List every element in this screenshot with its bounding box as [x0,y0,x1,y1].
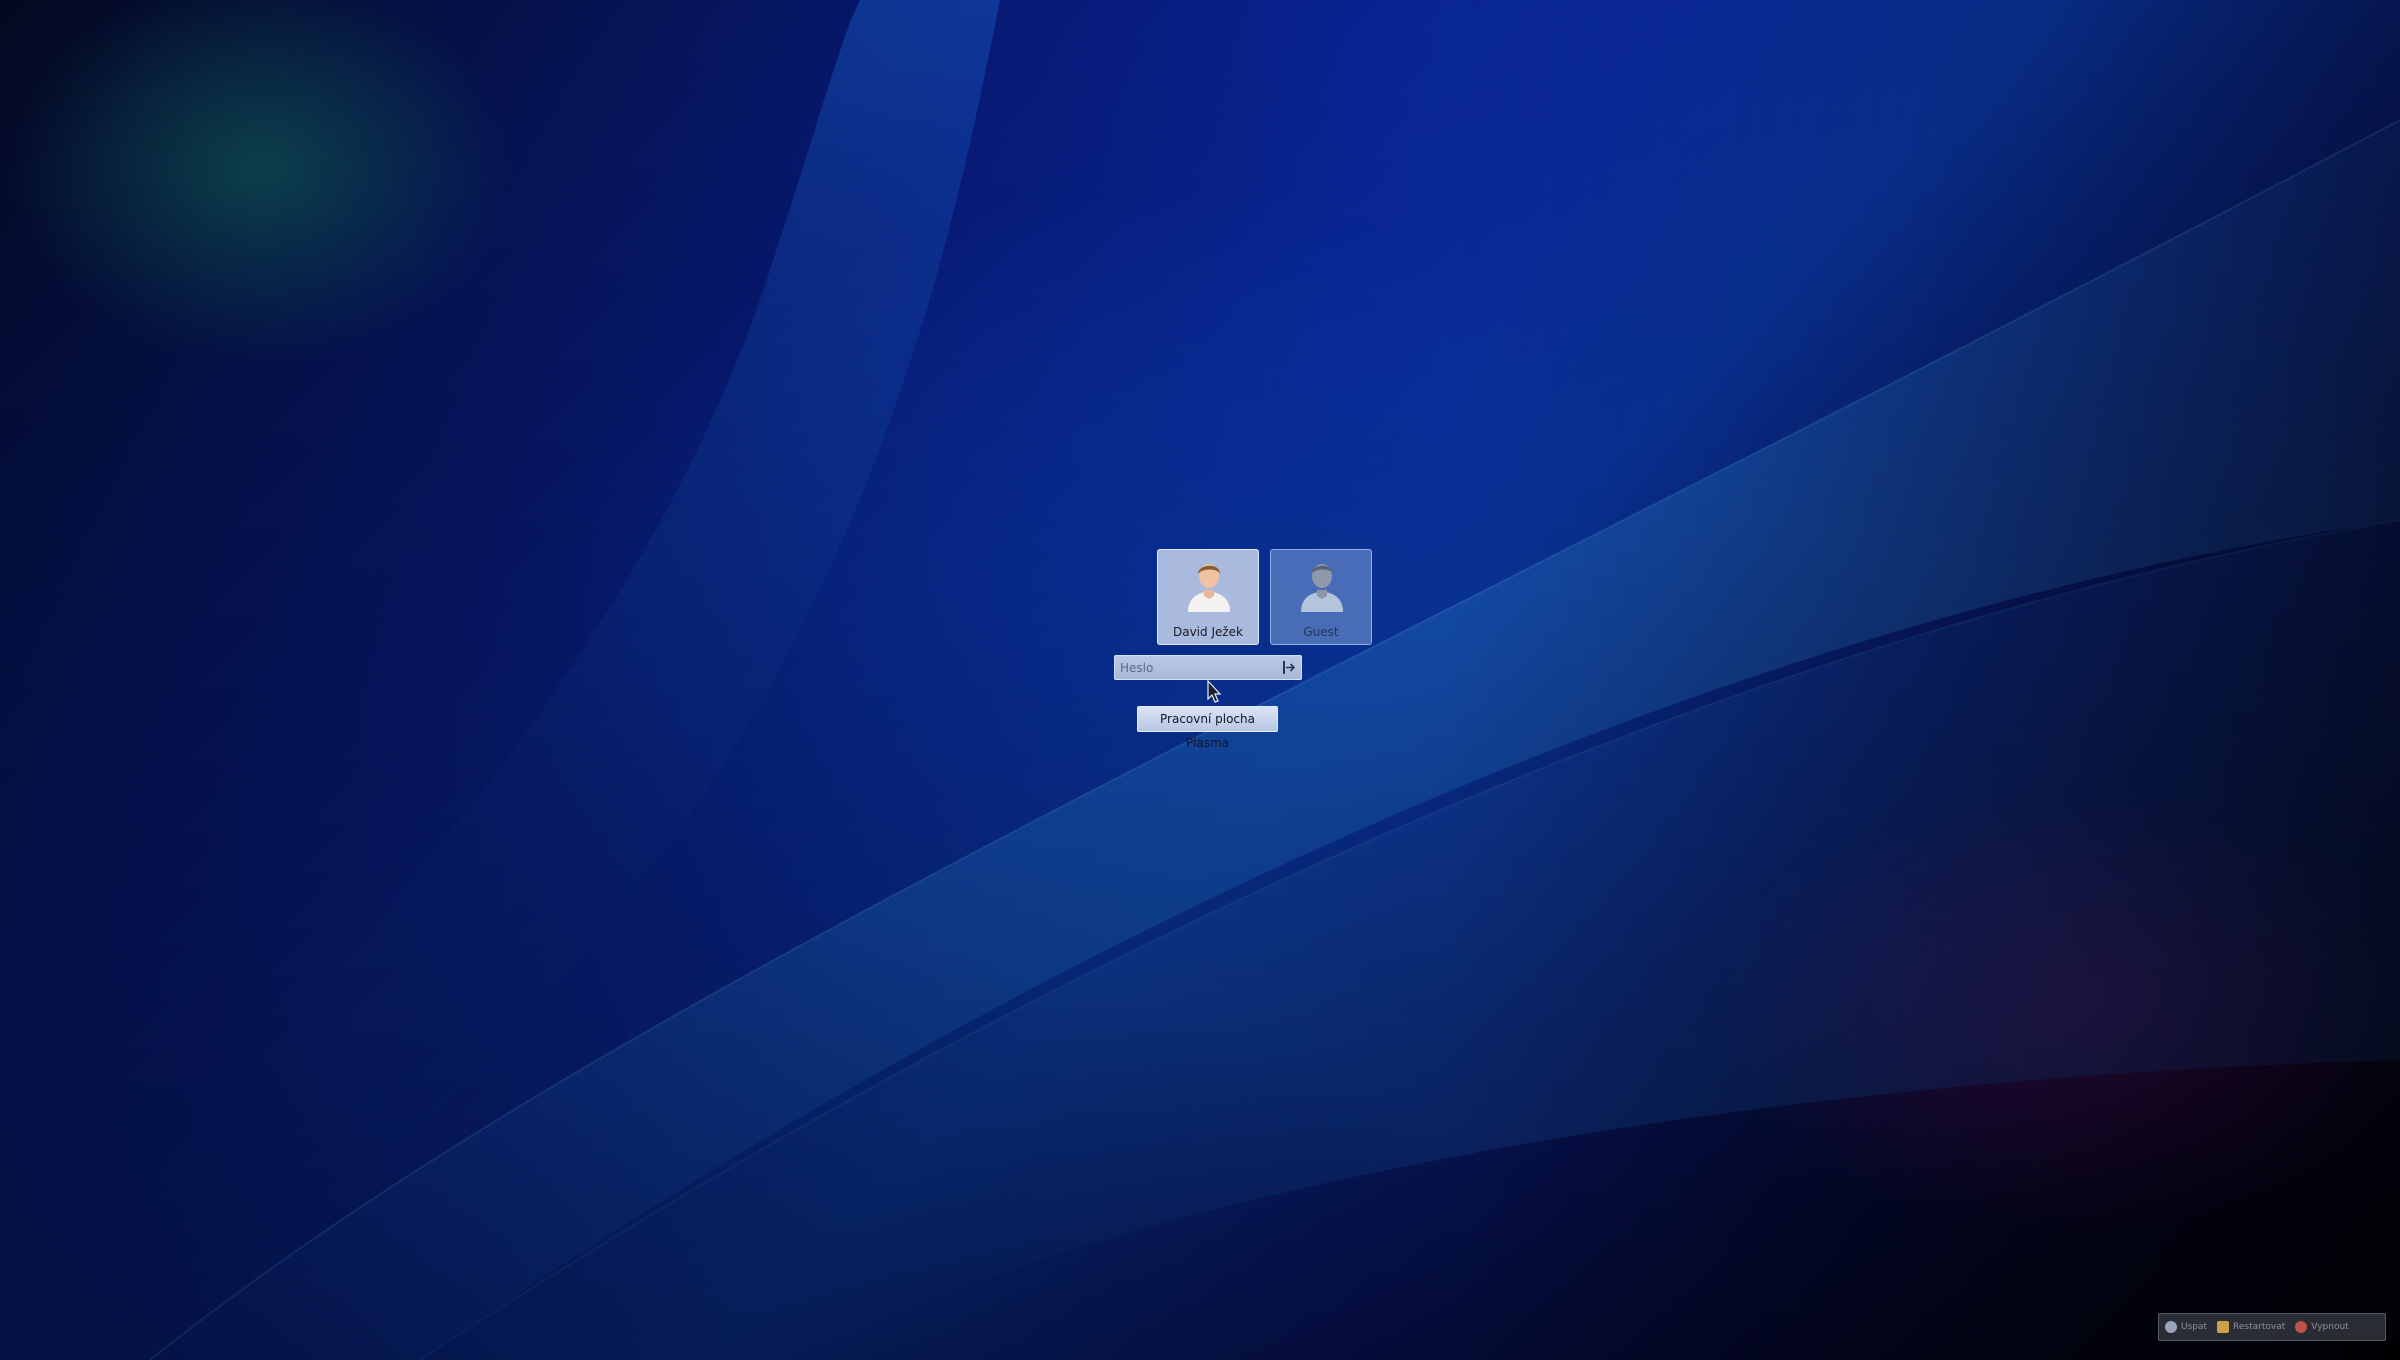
suspend-icon [2165,1321,2177,1333]
suspend-label: Uspat [2181,1322,2208,1332]
login-arrow-icon[interactable] [1280,659,1298,676]
restart-label: Restartovat [2233,1322,2286,1332]
session-select-button[interactable]: Pracovní plocha Plasma [1137,706,1278,750]
shutdown-button[interactable]: Vypnout [2295,1321,2349,1333]
suspend-button[interactable]: Uspat [2165,1321,2207,1333]
shutdown-icon [2295,1321,2308,1333]
password-field[interactable] [1114,655,1302,680]
guest-avatar-icon [1301,564,1343,612]
user-name-label: David Ježek [1172,625,1243,639]
user-avatar-icon [1188,564,1230,612]
login-screen: David Ježek Guest Pracovní plocha Plasma… [0,0,2400,1360]
user-tile-guest[interactable]: Guest [1270,549,1372,645]
shutdown-label: Vypnout [2311,1322,2349,1332]
wallpaper [0,0,2400,1360]
restart-button[interactable]: Restartovat [2217,1321,2285,1333]
user-tile-david-jezek[interactable]: David Ježek [1157,549,1259,645]
restart-icon [2217,1321,2230,1333]
power-bar: Uspat Restartovat Vypnout [2158,1313,2386,1341]
user-name-label: Guest [1303,625,1339,639]
password-input[interactable] [1118,658,1278,677]
